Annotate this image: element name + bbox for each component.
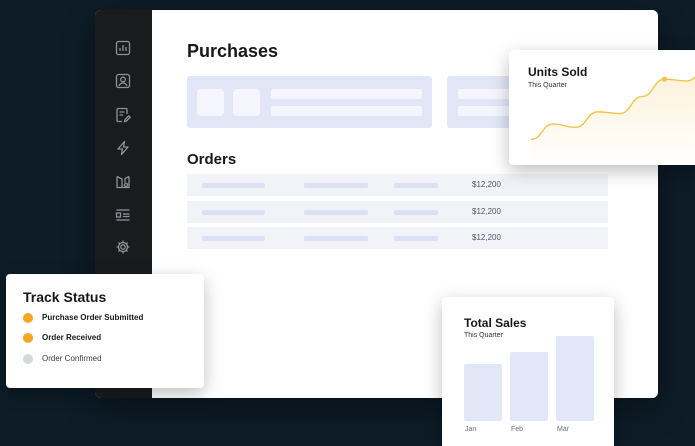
placeholder-line [271, 106, 422, 116]
book-icon[interactable] [115, 174, 131, 190]
sales-bar [556, 336, 594, 421]
chart-icon[interactable] [115, 40, 131, 56]
placeholder-line [394, 183, 438, 188]
sales-bar-label: Mar [557, 426, 570, 433]
status-label: Order Confirmed [42, 354, 102, 363]
status-item-received: Order Received [23, 332, 193, 344]
placeholder-line [202, 236, 265, 241]
placeholder-thumb [233, 89, 260, 116]
table-row[interactable]: $12,200 [187, 227, 608, 249]
order-amount: $12,200 [472, 233, 501, 242]
page-title: Purchases [187, 41, 279, 61]
lightning-icon[interactable] [115, 140, 131, 156]
placeholder-thumb [197, 89, 224, 116]
placeholder-line [304, 183, 368, 188]
placeholder-line [271, 89, 422, 99]
sales-bar [464, 364, 502, 421]
status-dot-icon [23, 354, 33, 364]
placeholder-line [304, 236, 368, 241]
units-sold-subtitle: This Quarter [528, 82, 567, 89]
list-icon[interactable] [115, 207, 131, 223]
placeholder-line [202, 183, 265, 188]
summary-card[interactable] [187, 76, 432, 128]
placeholder-line [394, 236, 438, 241]
track-status-title: Track Status [23, 289, 107, 305]
units-sold-highlight-point [661, 76, 668, 82]
total-sales-subtitle: This Quarter [464, 332, 503, 339]
document-edit-icon[interactable] [115, 107, 131, 123]
status-item-confirmed: Order Confirmed [23, 353, 193, 365]
status-dot-icon [23, 333, 33, 343]
placeholder-line [304, 210, 368, 215]
settings-icon[interactable] [115, 239, 131, 255]
sales-bar-label: Feb [511, 426, 524, 433]
order-amount: $12,200 [472, 180, 501, 189]
user-icon[interactable] [115, 73, 131, 89]
units-sold-title: Units Sold [528, 65, 588, 79]
placeholder-line [202, 210, 265, 215]
placeholder-line [394, 210, 438, 215]
table-row[interactable]: $12,200 [187, 174, 608, 196]
total-sales-card[interactable]: Total Sales This Quarter Jan Feb Mar [442, 297, 614, 446]
status-label: Order Received [42, 333, 102, 342]
orders-title: Orders [187, 151, 237, 168]
table-row[interactable]: $12,200 [187, 201, 608, 223]
status-label: Purchase Order Submitted [42, 313, 144, 322]
track-status-card[interactable]: Track Status Purchase Order Submitted Or… [6, 274, 204, 388]
total-sales-title: Total Sales [464, 316, 527, 330]
units-sold-card[interactable]: Units Sold This Quarter [509, 50, 695, 165]
sales-bar-label: Jan [465, 426, 477, 433]
sales-bar [510, 352, 548, 421]
status-item-submitted: Purchase Order Submitted [23, 312, 193, 324]
order-amount: $12,200 [472, 207, 501, 216]
status-dot-icon [23, 313, 33, 323]
